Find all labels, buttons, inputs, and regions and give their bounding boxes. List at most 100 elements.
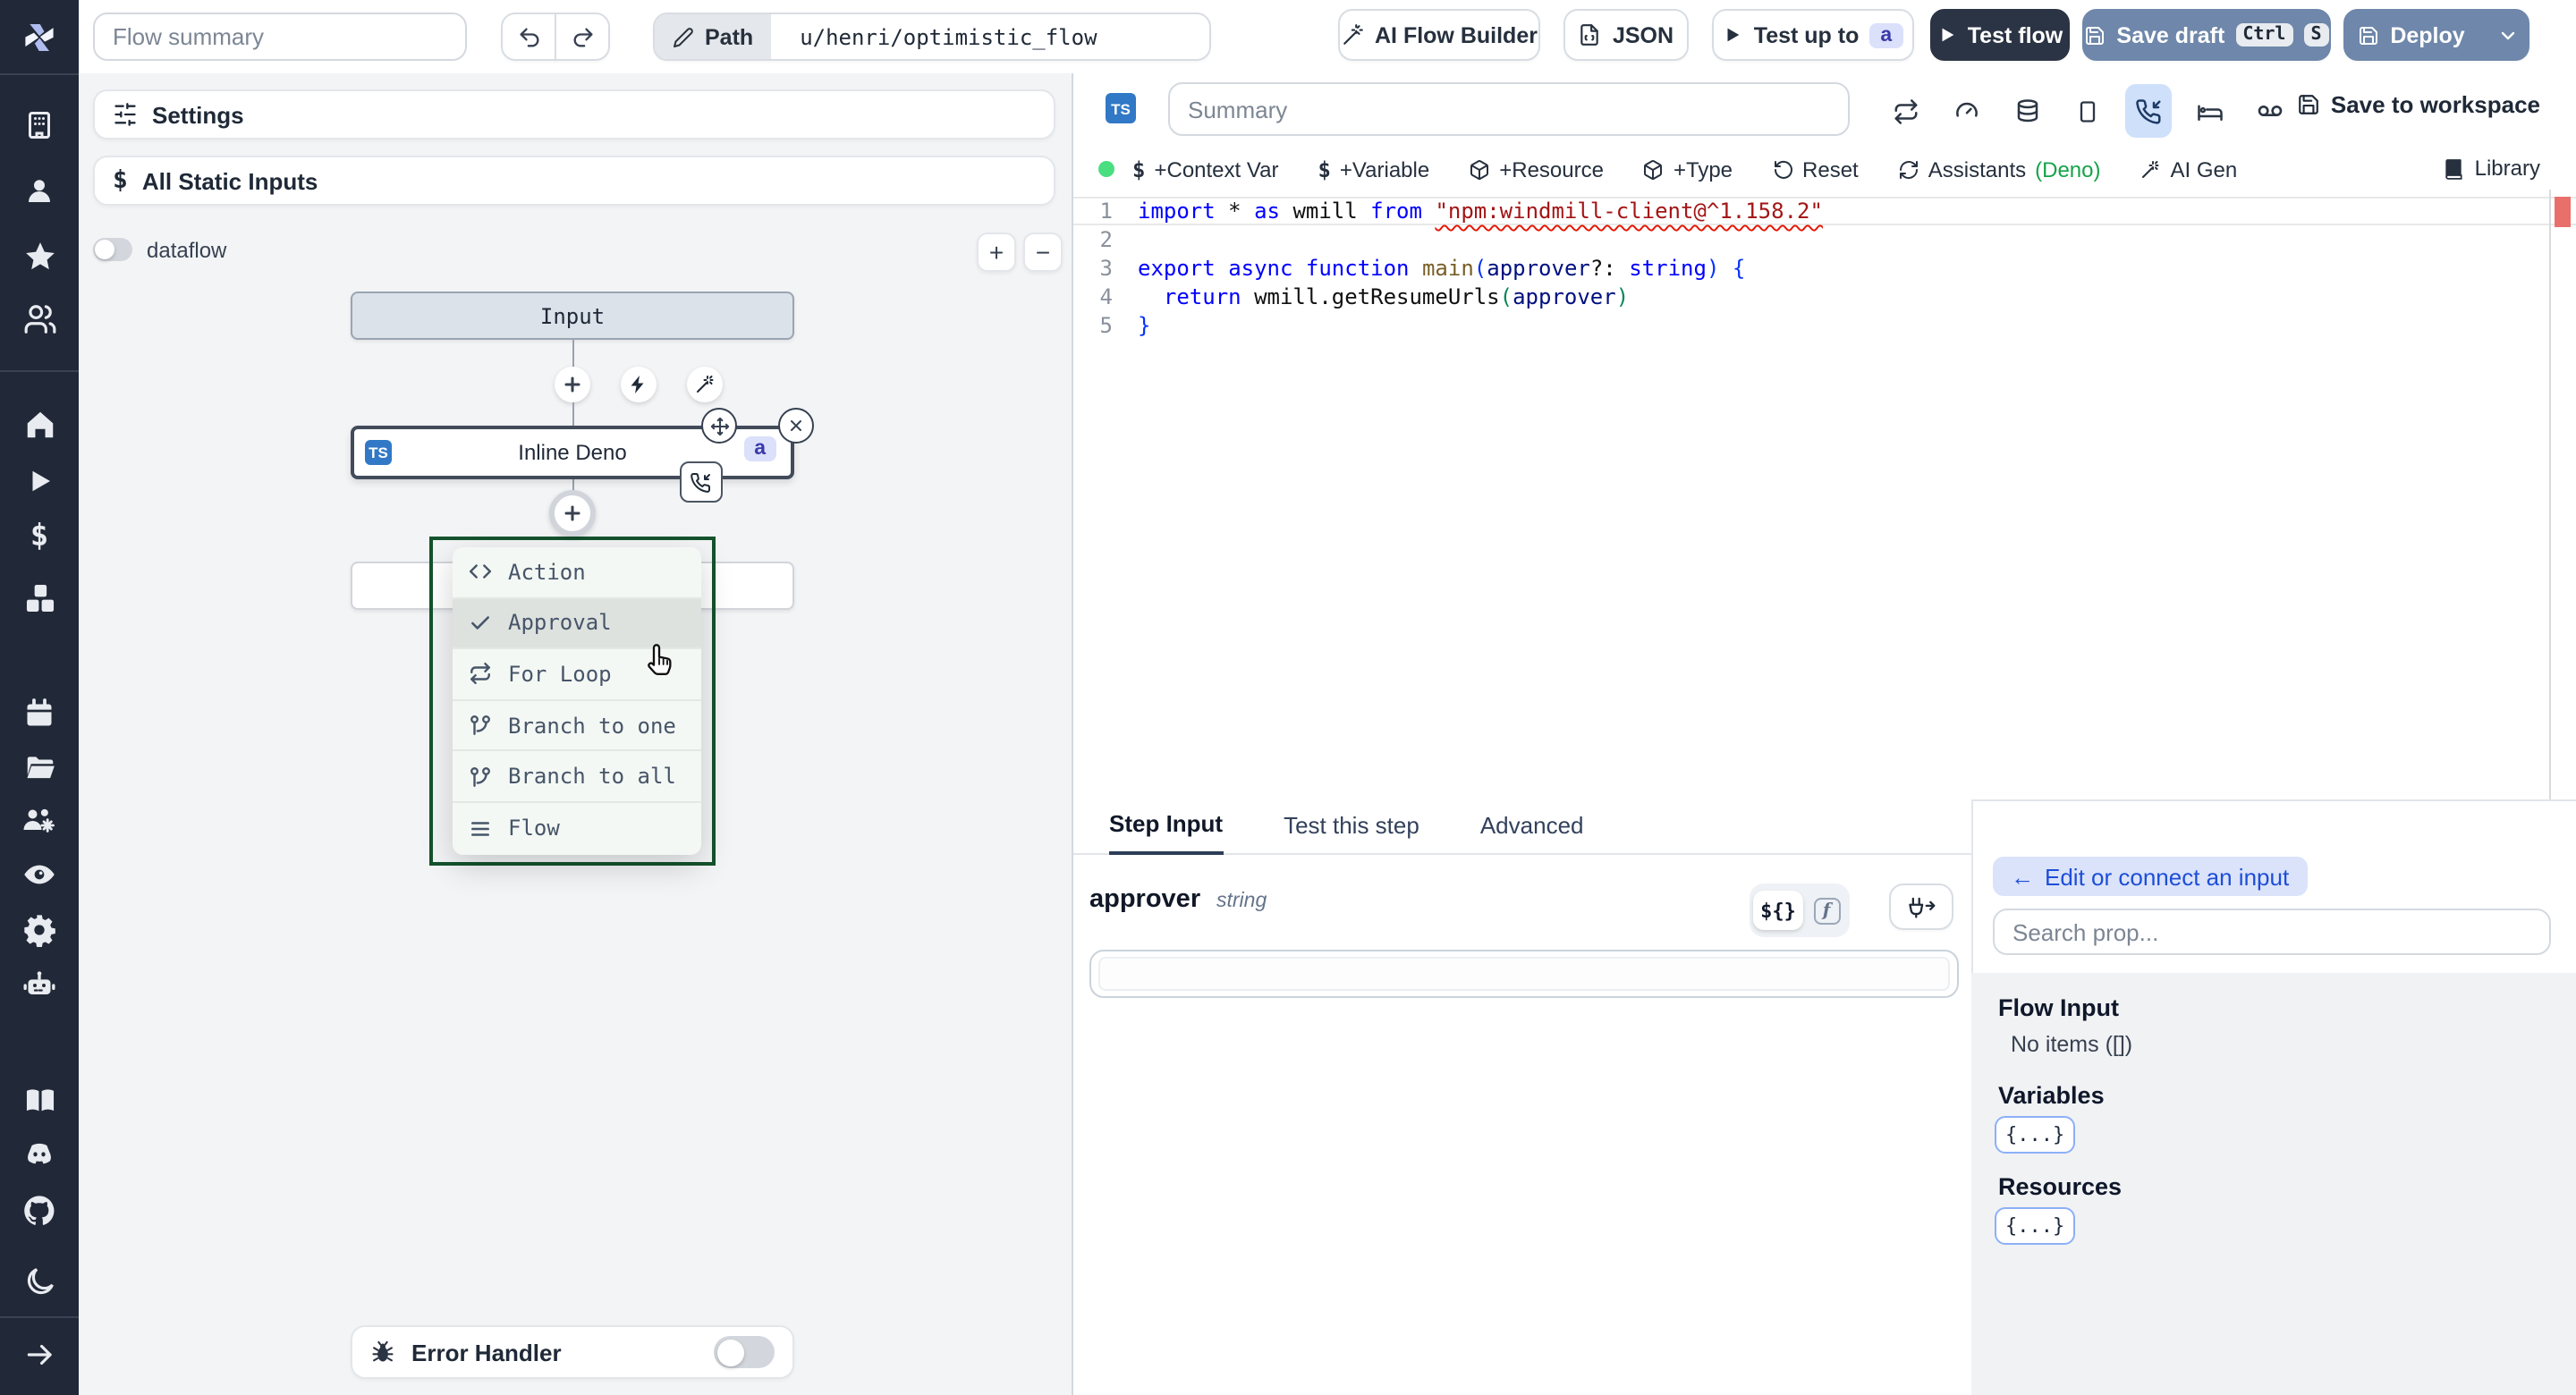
reset-button[interactable]: Reset — [1772, 156, 1859, 182]
error-handler-label: Error Handler — [411, 1339, 562, 1365]
undo-icon — [519, 27, 538, 46]
code-line[interactable]: 2 — [1073, 225, 2576, 254]
resources-expand-chip[interactable]: {...} — [1995, 1207, 2076, 1245]
menu-item-branch-to-all[interactable]: Branch to all — [453, 752, 701, 803]
graph-zoom-in-button[interactable]: + — [977, 232, 1016, 272]
all-static-inputs-button[interactable]: $ All Static Inputs — [93, 156, 1055, 206]
rotate-ccw-icon — [1774, 159, 1792, 178]
menu-item-action[interactable]: Action — [453, 547, 701, 599]
flow-summary-input[interactable] — [93, 13, 467, 61]
groups-icon[interactable] — [0, 299, 79, 338]
add-context-var-button[interactable]: $ +Context Var — [1132, 156, 1278, 182]
test-up-to-button[interactable]: Test up to a — [1712, 9, 1914, 61]
voicemail-icon[interactable] — [2250, 91, 2290, 131]
trigger-button[interactable] — [621, 367, 657, 402]
flow-settings-button[interactable]: Settings — [93, 89, 1055, 140]
insert-step-button-active[interactable] — [549, 490, 596, 537]
wand-sparkles-icon — [2142, 160, 2159, 177]
dark-mode-moon-icon[interactable] — [0, 1261, 79, 1300]
code-line[interactable]: 3 export async function main(approver?: s… — [1073, 254, 2576, 283]
insert-step-button[interactable] — [555, 367, 590, 402]
plus-icon — [564, 505, 580, 521]
retry-icon[interactable] — [1885, 91, 1925, 131]
tab-test-this-step[interactable]: Test this step — [1284, 812, 1419, 853]
delete-step-button[interactable] — [778, 408, 814, 444]
library-button[interactable]: Library — [2443, 156, 2540, 181]
cache-database-icon[interactable] — [2007, 91, 2046, 131]
workers-icon[interactable] — [0, 801, 79, 841]
discord-icon[interactable] — [0, 1134, 79, 1173]
mock-square-icon[interactable] — [2068, 91, 2107, 131]
sidebar: $ — [0, 0, 79, 1395]
deploy-dropdown[interactable] — [2483, 24, 2533, 46]
save-draft-button[interactable]: Save draft Ctrl S — [2082, 9, 2331, 61]
favorites-star-icon[interactable] — [0, 236, 79, 275]
add-resource-button[interactable]: +Resource — [1469, 156, 1604, 182]
runs-play-icon[interactable] — [0, 461, 79, 501]
edit-or-connect-button[interactable]: ← Edit or connect an input — [1993, 857, 2308, 896]
dollar-icon: $ — [1318, 156, 1331, 182]
error-handler-toggle[interactable] — [714, 1336, 775, 1368]
connect-input-plug-button[interactable] — [1889, 884, 1953, 930]
docs-book-icon[interactable] — [0, 1080, 79, 1120]
graph-zoom-out-button[interactable]: − — [1023, 232, 1063, 272]
deploy-button[interactable]: Deploy — [2343, 9, 2529, 61]
move-step-button[interactable] — [701, 408, 737, 444]
home-icon[interactable] — [0, 404, 79, 444]
add-variable-button[interactable]: $ +Variable — [1318, 156, 1429, 182]
connect-panel-body: Flow Input No items ([]) Variables {...}… — [1971, 973, 2576, 1395]
code-line[interactable]: 1 import * as wmill from "npm:windmill-cl… — [1073, 197, 2576, 225]
mouse-cursor-hand — [640, 640, 676, 680]
dollar-icon: $ — [1132, 156, 1146, 182]
search-prop-input[interactable] — [1993, 909, 2551, 955]
save-icon — [2086, 26, 2105, 44]
add-type-button[interactable]: +Type — [1643, 156, 1733, 182]
audit-eye-icon[interactable] — [0, 855, 79, 894]
settings-gear-icon[interactable] — [0, 910, 79, 950]
user-icon[interactable] — [0, 172, 79, 211]
code-editor[interactable]: 1 import * as wmill from "npm:windmill-cl… — [1073, 190, 2576, 799]
lightning-icon — [631, 376, 644, 393]
input-node[interactable]: Input — [351, 292, 794, 340]
variables-expand-chip[interactable]: {...} — [1995, 1116, 2076, 1154]
ai-gen-button[interactable]: AI Gen — [2140, 156, 2237, 182]
menu-item-flow[interactable]: Flow — [453, 803, 701, 854]
field-value-input-wrap — [1089, 950, 1959, 998]
undo-button[interactable] — [501, 13, 556, 61]
sliders-icon — [114, 103, 136, 126]
expand-sidebar-arrow-icon[interactable] — [0, 1334, 79, 1374]
menu-item-branch-to-one[interactable]: Branch to one — [453, 701, 701, 752]
schedules-calendar-icon[interactable] — [0, 694, 79, 733]
workspace-icon[interactable] — [0, 106, 79, 145]
fn-mode-button[interactable]: f — [1807, 891, 1846, 930]
resources-boxes-icon[interactable] — [0, 578, 79, 617]
tab-advanced[interactable]: Advanced — [1480, 812, 1584, 853]
code-line[interactable]: 5} — [1073, 311, 2576, 340]
suspend-phone-incoming-icon-active[interactable] — [2125, 84, 2172, 138]
plus-icon — [564, 376, 580, 393]
test-flow-button[interactable]: Test flow — [1930, 9, 2070, 61]
tab-step-input[interactable]: Step Input — [1109, 810, 1224, 855]
code-line[interactable]: 4 return wmill.getResumeUrls(approver) — [1073, 283, 2576, 311]
field-value-input[interactable] — [1098, 957, 1950, 991]
assistants-button[interactable]: Assistants (Deno) — [1898, 156, 2101, 182]
path-field[interactable]: Path u/henri/optimistic_flow — [653, 13, 1211, 61]
ai-flow-builder-button[interactable]: AI Flow Builder — [1338, 9, 1540, 61]
folders-icon[interactable] — [0, 748, 79, 787]
plug-arrow-icon — [1909, 897, 1936, 918]
github-icon[interactable] — [0, 1191, 79, 1230]
json-button[interactable]: JSON — [1563, 9, 1689, 61]
variables-dollar-icon[interactable]: $ — [0, 517, 79, 556]
sleep-bed-icon[interactable] — [2190, 91, 2229, 131]
expr-mode-button[interactable]: ${} — [1753, 891, 1803, 930]
redo-button[interactable] — [555, 13, 610, 61]
ai-generate-step-button[interactable] — [687, 367, 723, 402]
error-handler-card[interactable]: Error Handler — [351, 1325, 794, 1379]
dataflow-toggle[interactable] — [93, 238, 132, 261]
windmill-logo-icon[interactable] — [0, 14, 79, 61]
ai-robot-icon[interactable] — [0, 966, 79, 1005]
flow-input-empty: No items ([]) — [2011, 1032, 2133, 1057]
early-stop-gauge-icon[interactable] — [1946, 91, 1986, 131]
step-summary-input[interactable] — [1168, 82, 1850, 136]
save-to-workspace-button[interactable]: Save to workspace — [2297, 91, 2540, 118]
